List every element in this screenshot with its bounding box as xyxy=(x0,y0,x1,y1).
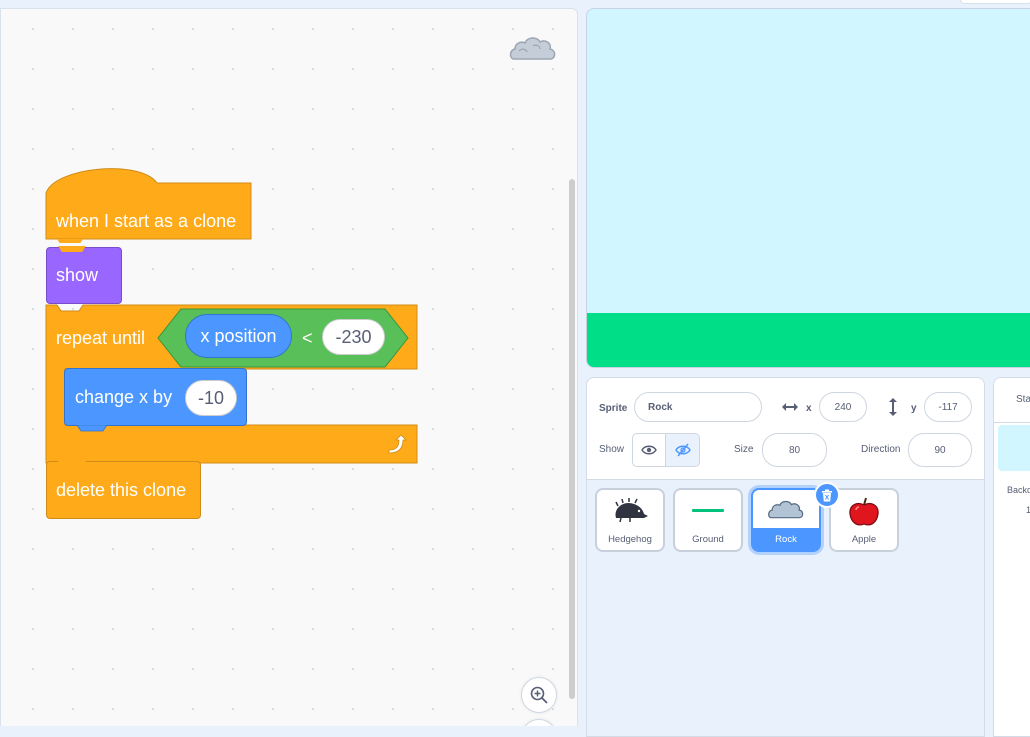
stage-pane-header: Stag xyxy=(994,378,1030,423)
sprite-tile-name: Ground xyxy=(692,534,724,545)
sprite-tile-ground[interactable]: Ground xyxy=(673,488,743,552)
stage-thumbnail[interactable] xyxy=(998,425,1030,471)
change-x-label: change x by xyxy=(75,386,173,407)
zoom-in-icon xyxy=(530,686,548,704)
backdrops-label: Backd xyxy=(1007,485,1030,495)
vertical-scrollbar[interactable] xyxy=(569,179,575,699)
direction-input[interactable]: 90 xyxy=(908,433,972,467)
delete-clone-label: delete this clone xyxy=(56,479,187,500)
eye-icon xyxy=(641,445,657,455)
y-input[interactable]: -117 xyxy=(924,392,972,422)
trash-icon xyxy=(822,489,832,501)
code-workspace[interactable]: when I start as a clone show repeat unti… xyxy=(0,8,578,726)
x-input[interactable]: 240 xyxy=(819,392,867,422)
arrows-horizontal-icon xyxy=(782,403,798,411)
visibility-toggle xyxy=(632,433,700,467)
hedgehog-icon xyxy=(597,496,663,524)
sprite-tile-name: Hedgehog xyxy=(608,534,652,545)
show-visible-button[interactable] xyxy=(632,433,666,467)
show-hidden-button[interactable] xyxy=(666,433,700,467)
sprite-name-input[interactable]: Rock xyxy=(634,392,762,422)
change-x-notch xyxy=(77,425,108,432)
top-right-tab[interactable] xyxy=(960,0,1030,4)
apple-icon xyxy=(831,496,897,528)
sprite-tile-name: Rock xyxy=(775,534,797,545)
change-x-value-field[interactable]: -10 xyxy=(185,380,237,416)
repeat-until-label: repeat until xyxy=(56,328,146,348)
delete-sprite-button[interactable] xyxy=(814,482,840,508)
top-bar xyxy=(0,0,1030,8)
ground-sprite[interactable] xyxy=(587,313,1030,367)
backdrops-count: 1 xyxy=(1026,505,1030,515)
size-label: Size xyxy=(734,444,754,455)
size-input[interactable]: 80 xyxy=(762,433,827,467)
stage-canvas[interactable] xyxy=(586,8,1030,368)
delete-block-notch xyxy=(57,460,87,466)
ground-icon xyxy=(675,496,741,524)
less-than-sign: < xyxy=(302,328,313,348)
x-position-reporter[interactable]: x position xyxy=(185,314,292,358)
zoom-in-button[interactable] xyxy=(521,677,557,713)
show-block-notch xyxy=(58,246,86,252)
sprite-info-panel: Sprite Rock x 240 y -117 Show Size 80 Di… xyxy=(587,378,984,480)
compare-value-field[interactable]: -230 xyxy=(322,319,385,355)
hat-block-label: when I start as a clone xyxy=(56,211,237,231)
stage-target-pane: Stag Backd 1 xyxy=(993,377,1030,737)
stage-pane-title: Stag xyxy=(1016,394,1030,405)
sprite-tile-name: Apple xyxy=(851,534,877,545)
sprite-label: Sprite xyxy=(599,403,628,414)
sprite-tile-hedgehog[interactable]: Hedgehog xyxy=(595,488,665,552)
direction-label: Direction xyxy=(861,444,901,455)
sprite-pane: Sprite Rock x 240 y -117 Show Size 80 Di… xyxy=(586,377,985,737)
show-block-label: show xyxy=(56,265,99,285)
arrows-vertical-icon xyxy=(889,398,897,416)
rock-icon xyxy=(753,496,819,524)
x-label: x xyxy=(806,403,812,414)
rock-sprite-icon xyxy=(507,33,559,70)
eye-slash-icon xyxy=(674,443,691,457)
loop-arrow-icon xyxy=(388,434,407,454)
show-label: Show xyxy=(599,444,625,455)
sprite-tile-rock[interactable]: Rock xyxy=(751,488,821,552)
y-label: y xyxy=(911,403,917,414)
